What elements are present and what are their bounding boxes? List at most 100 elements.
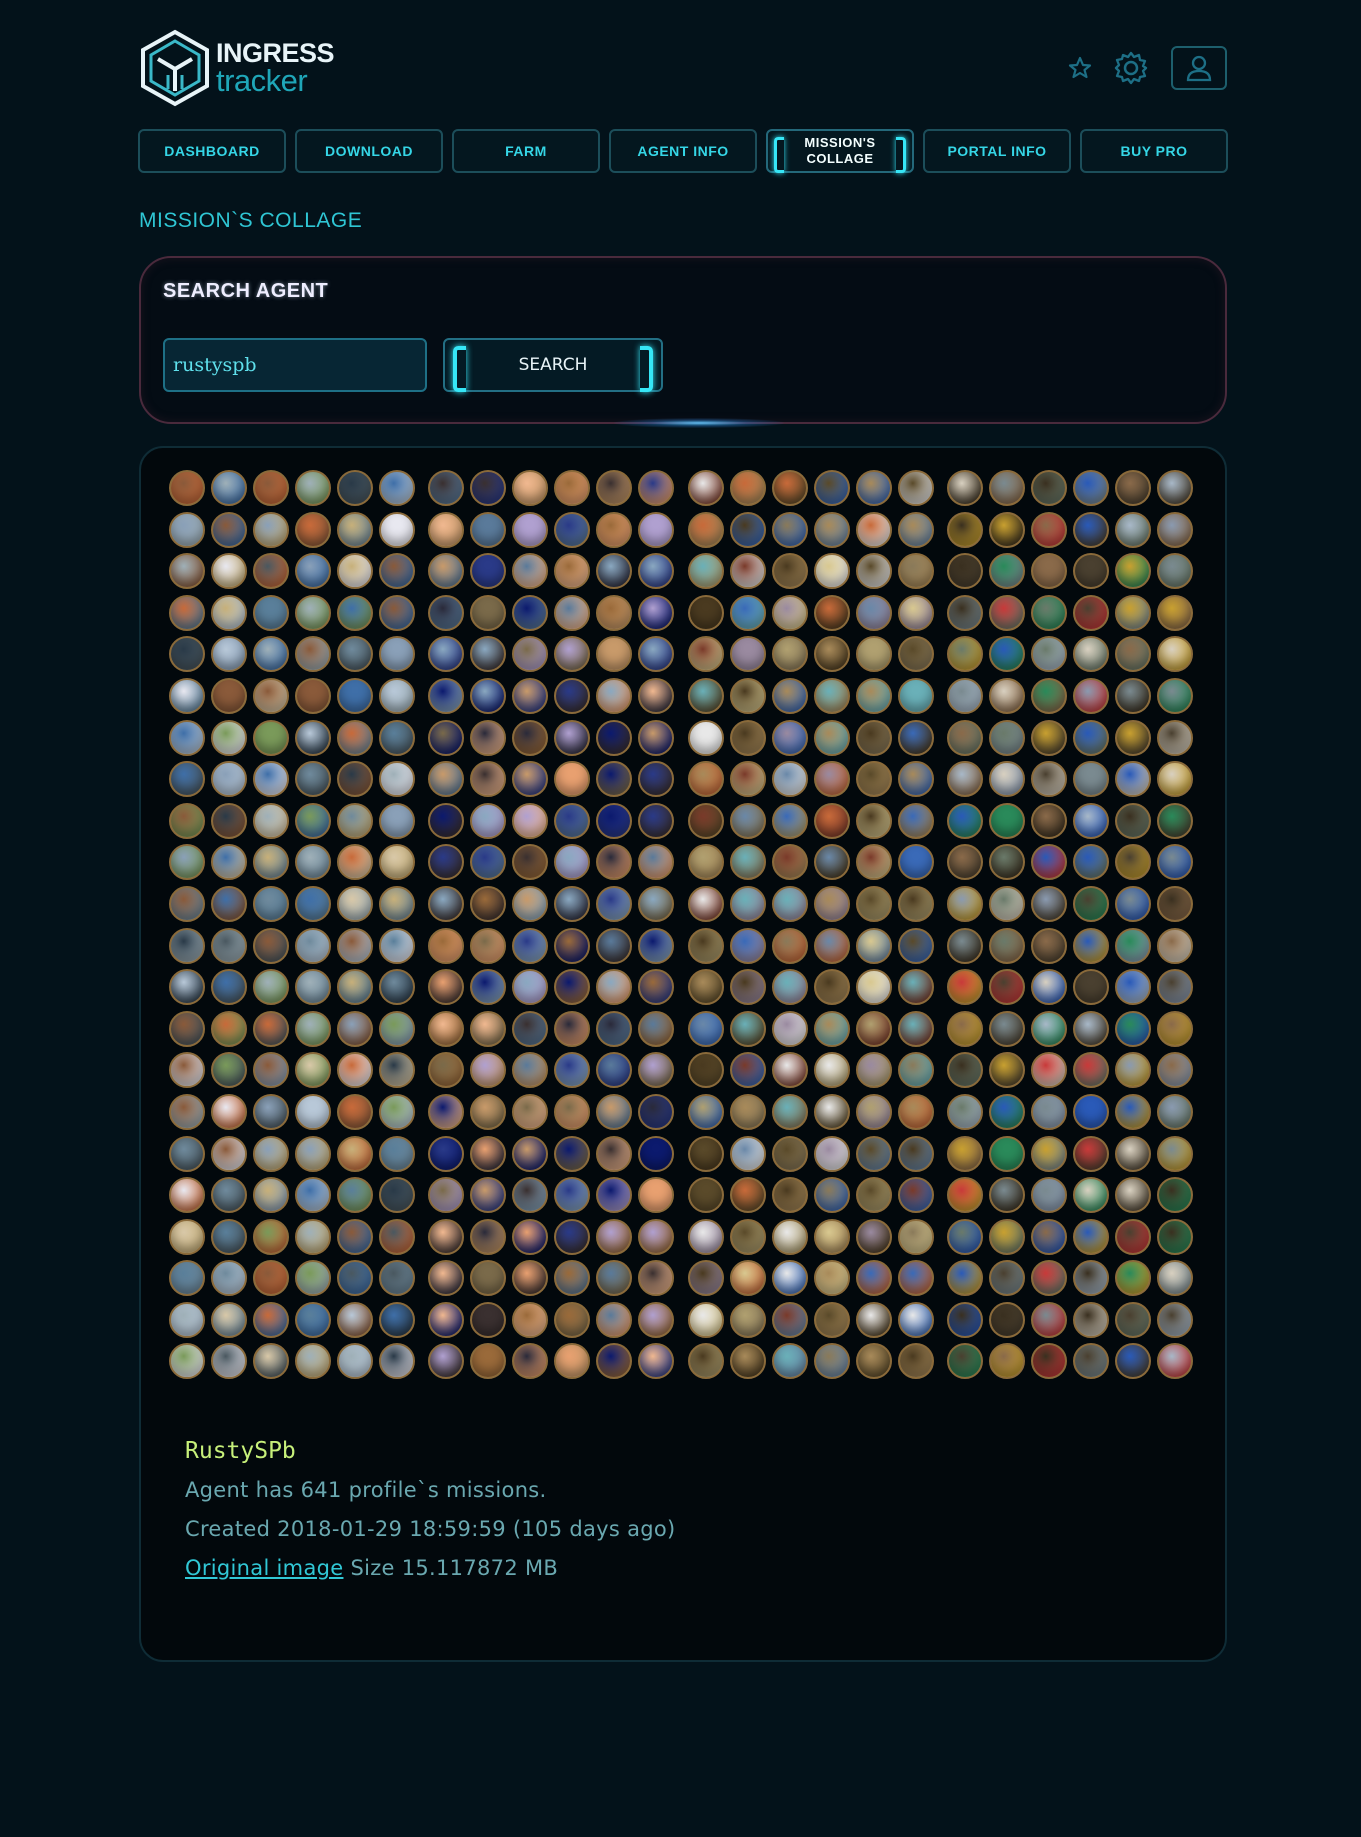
mission-medal <box>470 1343 507 1380</box>
mission-medal <box>253 470 289 506</box>
mission-medal <box>1072 1135 1109 1172</box>
mission-medal <box>1030 927 1067 964</box>
mission-medal <box>638 927 675 964</box>
mission-medal <box>379 1052 415 1089</box>
mission-medal <box>771 1177 808 1214</box>
mission-medal <box>813 470 850 506</box>
mission-medal <box>729 885 766 922</box>
mission-medal <box>253 1010 289 1047</box>
nav-portal-info[interactable]: PORTAL INFO <box>923 129 1071 173</box>
mission-medal <box>729 1093 766 1130</box>
mission-medal <box>596 511 633 548</box>
mission-medal <box>211 1218 247 1255</box>
mission-medal <box>337 1218 373 1255</box>
mission-medal <box>554 719 591 756</box>
mission-medal <box>211 511 247 548</box>
nav-farm[interactable]: FARM <box>452 129 600 173</box>
mission-medal <box>1156 719 1193 756</box>
mission-medal <box>988 802 1025 839</box>
mission-medal <box>379 1343 415 1380</box>
mission-medal <box>855 1260 892 1297</box>
gear-icon[interactable] <box>1113 50 1149 86</box>
mission-medal <box>897 594 934 631</box>
mission-medal <box>428 1135 465 1172</box>
mission-medal <box>771 636 808 673</box>
mission-medal <box>169 1260 205 1297</box>
mission-medal <box>813 1093 850 1130</box>
nav-buy-pro[interactable]: BUY PRO <box>1080 129 1228 173</box>
mission-medal <box>554 1010 591 1047</box>
mission-medal <box>253 636 289 673</box>
mission-medal <box>687 927 724 964</box>
mission-medal <box>771 1010 808 1047</box>
mission-medal <box>169 677 205 714</box>
mission-medal <box>253 927 289 964</box>
mission-medal <box>337 1135 373 1172</box>
mission-medal <box>169 511 205 548</box>
mission-medal <box>687 1177 724 1214</box>
mission-medal <box>1114 553 1151 590</box>
ingress-logo-icon <box>140 29 210 107</box>
mission-medal <box>211 844 247 881</box>
mission-medal <box>855 553 892 590</box>
mission-medal <box>813 1301 850 1338</box>
mission-medal <box>1114 761 1151 798</box>
mission-medal <box>512 1260 549 1297</box>
mission-medal <box>295 1218 331 1255</box>
mission-medal <box>253 969 289 1006</box>
star-icon[interactable] <box>1067 55 1093 81</box>
mission-medal <box>855 677 892 714</box>
mission-medal <box>813 761 850 798</box>
mission-medal <box>988 677 1025 714</box>
nav-agent-info[interactable]: AGENT INFO <box>609 129 757 173</box>
mission-medal <box>295 1343 331 1380</box>
mission-medal <box>470 636 507 673</box>
app-logo[interactable]: INGRESS tracker <box>140 28 340 108</box>
user-icon[interactable] <box>1171 46 1227 90</box>
mission-medal <box>211 1177 247 1214</box>
mission-medal <box>946 1177 983 1214</box>
mission-medal <box>946 969 983 1006</box>
mission-medal <box>337 802 373 839</box>
mission-medal <box>855 594 892 631</box>
mission-medal <box>428 1052 465 1089</box>
mission-medal <box>988 1301 1025 1338</box>
mission-medal <box>771 719 808 756</box>
mission-medal <box>1072 1052 1109 1089</box>
mission-medal <box>211 594 247 631</box>
mission-medal <box>379 677 415 714</box>
mission-medal <box>512 969 549 1006</box>
nav-missions-collage[interactable]: MISSION'S COLLAGE <box>766 129 914 173</box>
nav-download[interactable]: DOWNLOAD <box>295 129 443 173</box>
mission-medal <box>855 719 892 756</box>
mission-medal <box>988 761 1025 798</box>
mission-medal <box>470 844 507 881</box>
mission-medal <box>855 1135 892 1172</box>
panel-glow <box>614 418 784 428</box>
mission-medal <box>771 1135 808 1172</box>
search-button[interactable]: SEARCH <box>443 338 663 392</box>
mission-medal <box>855 969 892 1006</box>
mission-medal <box>638 470 675 506</box>
mission-medal <box>1030 1301 1067 1338</box>
nav-dashboard[interactable]: DASHBOARD <box>138 129 286 173</box>
mission-medal <box>638 802 675 839</box>
mission-medal <box>211 1343 247 1380</box>
mission-medal <box>253 511 289 548</box>
mission-medal <box>988 1010 1025 1047</box>
mission-medal <box>946 511 983 548</box>
mission-collage-image <box>167 470 1197 1385</box>
mission-medal <box>470 1260 507 1297</box>
mission-medal <box>813 844 850 881</box>
mission-medal <box>813 1135 850 1172</box>
mission-medal <box>729 677 766 714</box>
mission-medal <box>169 885 205 922</box>
agent-search-input[interactable] <box>163 338 427 392</box>
mission-medal <box>337 1052 373 1089</box>
original-image-link[interactable]: Original image <box>185 1556 343 1580</box>
mission-medal <box>1114 1135 1151 1172</box>
mission-medal <box>813 1260 850 1297</box>
mission-medal <box>729 969 766 1006</box>
mission-medal <box>1114 1093 1151 1130</box>
mission-medal <box>1114 719 1151 756</box>
